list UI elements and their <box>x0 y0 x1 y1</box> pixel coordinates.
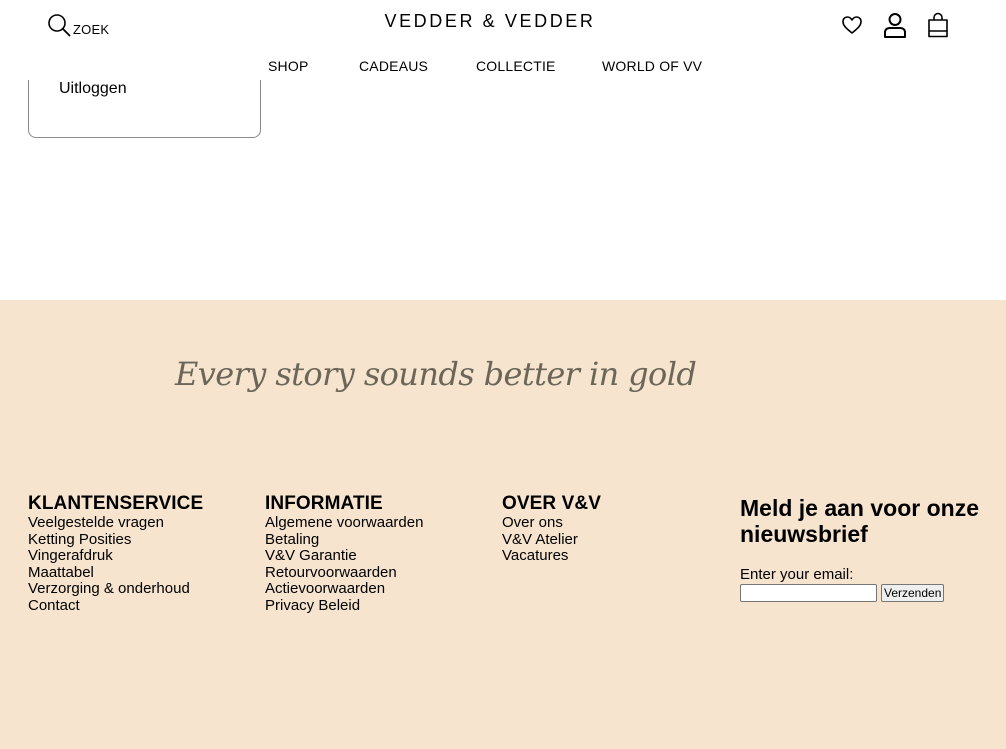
logout-link[interactable]: Uitloggen <box>59 80 127 98</box>
footer-link-actievoorwaarden[interactable]: Actievoorwaarden <box>265 581 423 598</box>
page: Uitloggen ZOEK VEDDER & VEDDER SHOP CADE… <box>0 0 1006 749</box>
footer-link-atelier[interactable]: V&V Atelier <box>502 531 601 549</box>
footer-link-garantie[interactable]: V&V Garantie <box>265 548 423 565</box>
footer-link-faq[interactable]: Veelgestelde vragen <box>28 514 203 532</box>
column-title: OVER V&V <box>502 493 601 514</box>
nav-shop[interactable]: SHOP <box>268 58 308 74</box>
footer-link-privacy[interactable]: Privacy Beleid <box>265 597 423 615</box>
footer-link-algemene-voorwaarden[interactable]: Algemene voorwaarden <box>265 514 423 532</box>
footer-link-retourvoorwaarden[interactable]: Retourvoorwaarden <box>265 564 423 582</box>
nav-world-of-vv[interactable]: WORLD OF VV <box>602 58 702 74</box>
footer-link-verzorging[interactable]: Verzorging & onderhoud <box>28 581 203 598</box>
footer-link-over-ons[interactable]: Over ons <box>502 514 601 532</box>
column-title: INFORMATIE <box>265 493 383 514</box>
footer-tagline: Every story sounds better in gold <box>175 355 697 393</box>
column-title: KLANTENSERVICE <box>28 493 204 514</box>
header-actions <box>841 12 949 38</box>
brand-name: VEDDER & VEDDER <box>384 11 596 31</box>
shopping-bag-icon[interactable] <box>927 12 949 38</box>
footer-link-vacatures[interactable]: Vacatures <box>502 548 601 565</box>
footer-column-over-vv: OVER V&V Over ons V&V Atelier Vacatures <box>502 493 601 565</box>
footer-link-vingerafdruk[interactable]: Vingerafdruk <box>28 548 203 565</box>
newsletter-row: Verzenden <box>740 584 990 602</box>
heart-icon[interactable] <box>841 15 863 35</box>
nav-cadeaus[interactable]: CADEAUS <box>359 58 428 74</box>
submit-button[interactable]: Verzenden <box>881 584 945 602</box>
site-footer: Every story sounds better in gold KLANTE… <box>0 300 1006 749</box>
email-input[interactable] <box>740 584 877 602</box>
footer-column-klantenservice: KLANTENSERVICE Veelgestelde vragen Ketti… <box>28 493 203 615</box>
site-header: ZOEK VEDDER & VEDDER SHOP CADEAUS COLLEC… <box>0 0 1006 80</box>
footer-link-betaling[interactable]: Betaling <box>265 531 423 549</box>
footer-link-ketting-posities[interactable]: Ketting Posities <box>28 531 203 549</box>
nav-collectie[interactable]: COLLECTIE <box>476 58 556 74</box>
footer-link-maattabel[interactable]: Maattabel <box>28 564 203 582</box>
newsletter-form: Meld je aan voor onze nieuwsbrief Enter … <box>740 495 990 602</box>
footer-link-contact[interactable]: Contact <box>28 597 203 615</box>
newsletter-title: Meld je aan voor onze nieuwsbrief <box>740 495 979 547</box>
email-label: Enter your email: <box>740 566 854 583</box>
user-icon[interactable] <box>883 12 907 38</box>
footer-column-informatie: INFORMATIE Algemene voorwaarden Betaling… <box>265 493 423 615</box>
